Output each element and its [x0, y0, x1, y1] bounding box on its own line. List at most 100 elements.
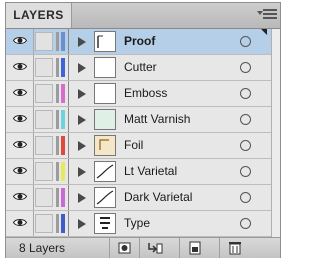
template-separator: [56, 32, 59, 51]
target-circle-icon[interactable]: [240, 166, 251, 177]
template-separator: [56, 84, 59, 103]
target-circle-icon[interactable]: [240, 140, 251, 151]
create-sublayer-button[interactable]: [139, 238, 169, 258]
layer-row[interactable]: Cutter: [6, 55, 271, 81]
template-separator: [56, 188, 59, 207]
expand-arrow-icon[interactable]: [78, 115, 86, 125]
eye-icon: [13, 89, 27, 96]
layer-name[interactable]: Lt Varietal: [124, 159, 177, 184]
lock-toggle[interactable]: [35, 58, 53, 77]
layer-color-swatch: [61, 84, 65, 103]
layer-thumbnail: [94, 109, 116, 130]
column-divider: [68, 211, 69, 236]
eye-icon: [13, 37, 27, 44]
template-separator: [56, 58, 59, 77]
layer-color-swatch: [61, 110, 65, 129]
layer-name[interactable]: Dark Varietal: [124, 185, 192, 210]
layer-name[interactable]: Proof: [124, 29, 155, 54]
layer-color-swatch: [61, 136, 65, 155]
eye-icon: [13, 167, 27, 174]
layer-color-swatch: [61, 32, 65, 51]
target-circle-icon[interactable]: [240, 88, 251, 99]
panel-menu-icon[interactable]: [257, 9, 277, 21]
visibility-toggle[interactable]: [6, 29, 34, 54]
layer-row[interactable]: Matt Varnish: [6, 107, 271, 133]
layer-name[interactable]: Matt Varnish: [124, 107, 190, 132]
visibility-toggle[interactable]: [6, 55, 34, 80]
column-divider: [68, 29, 69, 54]
layer-color-swatch: [61, 214, 65, 233]
visibility-toggle[interactable]: [6, 211, 34, 236]
lock-toggle[interactable]: [35, 162, 53, 181]
column-divider: [68, 107, 69, 132]
eye-icon: [13, 193, 27, 200]
lock-toggle[interactable]: [35, 214, 53, 233]
visibility-toggle[interactable]: [6, 107, 34, 132]
layer-thumbnail: [94, 31, 116, 52]
layer-color-swatch: [61, 58, 65, 77]
layer-thumbnail: [94, 57, 116, 78]
column-divider: [68, 159, 69, 184]
lock-toggle[interactable]: [35, 110, 53, 129]
trash-icon: [229, 242, 241, 255]
layer-name[interactable]: Cutter: [124, 55, 157, 80]
layer-row[interactable]: Emboss: [6, 81, 271, 107]
expand-arrow-icon[interactable]: [78, 37, 86, 47]
panel-footer: 8 Layers: [6, 237, 280, 258]
layer-row[interactable]: Proof: [6, 29, 271, 55]
layer-row[interactable]: Foil: [6, 133, 271, 159]
template-separator: [56, 162, 59, 181]
visibility-toggle[interactable]: [6, 81, 34, 106]
expand-arrow-icon[interactable]: [78, 167, 86, 177]
eye-icon: [13, 63, 27, 70]
eye-icon: [13, 141, 27, 148]
lock-toggle[interactable]: [35, 136, 53, 155]
layer-list: Proof Cutter Emboss Matt Varnish Foil Lt Vari…: [6, 29, 271, 237]
create-layer-button[interactable]: [179, 238, 209, 258]
scrollbar[interactable]: [271, 29, 280, 237]
template-separator: [56, 136, 59, 155]
panel-tab-bar: LAYERS: [6, 3, 280, 29]
column-divider: [68, 81, 69, 106]
layers-panel: LAYERS Proof Cutter Emboss Matt Varnish Foil…: [5, 2, 281, 258]
expand-arrow-icon[interactable]: [78, 89, 86, 99]
eye-icon: [13, 115, 27, 122]
layer-thumbnail: [94, 187, 116, 208]
layer-color-swatch: [61, 188, 65, 207]
visibility-toggle[interactable]: [6, 185, 34, 210]
tab-layers[interactable]: LAYERS: [6, 3, 72, 28]
new-layer-icon: [189, 241, 201, 255]
layer-thumbnail: [94, 83, 116, 104]
lock-toggle[interactable]: [35, 32, 53, 51]
expand-arrow-icon[interactable]: [78, 141, 86, 151]
make-clipping-mask-button[interactable]: [109, 238, 139, 258]
expand-arrow-icon[interactable]: [78, 63, 86, 73]
lock-toggle[interactable]: [35, 84, 53, 103]
column-divider: [68, 133, 69, 158]
template-separator: [56, 214, 59, 233]
layer-name[interactable]: Emboss: [124, 81, 167, 106]
layer-thumbnail: [94, 213, 116, 234]
delete-layer-button[interactable]: [219, 238, 249, 258]
target-circle-icon[interactable]: [240, 62, 251, 73]
visibility-toggle[interactable]: [6, 159, 34, 184]
selection-indicator: [261, 29, 267, 35]
eye-icon: [13, 219, 27, 226]
target-circle-icon[interactable]: [240, 192, 251, 203]
layer-thumbnail: [94, 161, 116, 182]
layer-name[interactable]: Foil: [124, 133, 143, 158]
column-divider: [68, 185, 69, 210]
layer-row[interactable]: Dark Varietal: [6, 185, 271, 211]
layer-row[interactable]: Type: [6, 211, 271, 237]
target-circle-icon[interactable]: [240, 114, 251, 125]
target-circle-icon[interactable]: [240, 218, 251, 229]
template-separator: [56, 110, 59, 129]
expand-arrow-icon[interactable]: [78, 193, 86, 203]
layer-row[interactable]: Lt Varietal: [6, 159, 271, 185]
expand-arrow-icon[interactable]: [78, 219, 86, 229]
layer-name[interactable]: Type: [124, 211, 150, 236]
lock-toggle[interactable]: [35, 188, 53, 207]
visibility-toggle[interactable]: [6, 133, 34, 158]
target-circle-icon[interactable]: [240, 36, 251, 47]
layer-thumbnail: [94, 135, 116, 156]
